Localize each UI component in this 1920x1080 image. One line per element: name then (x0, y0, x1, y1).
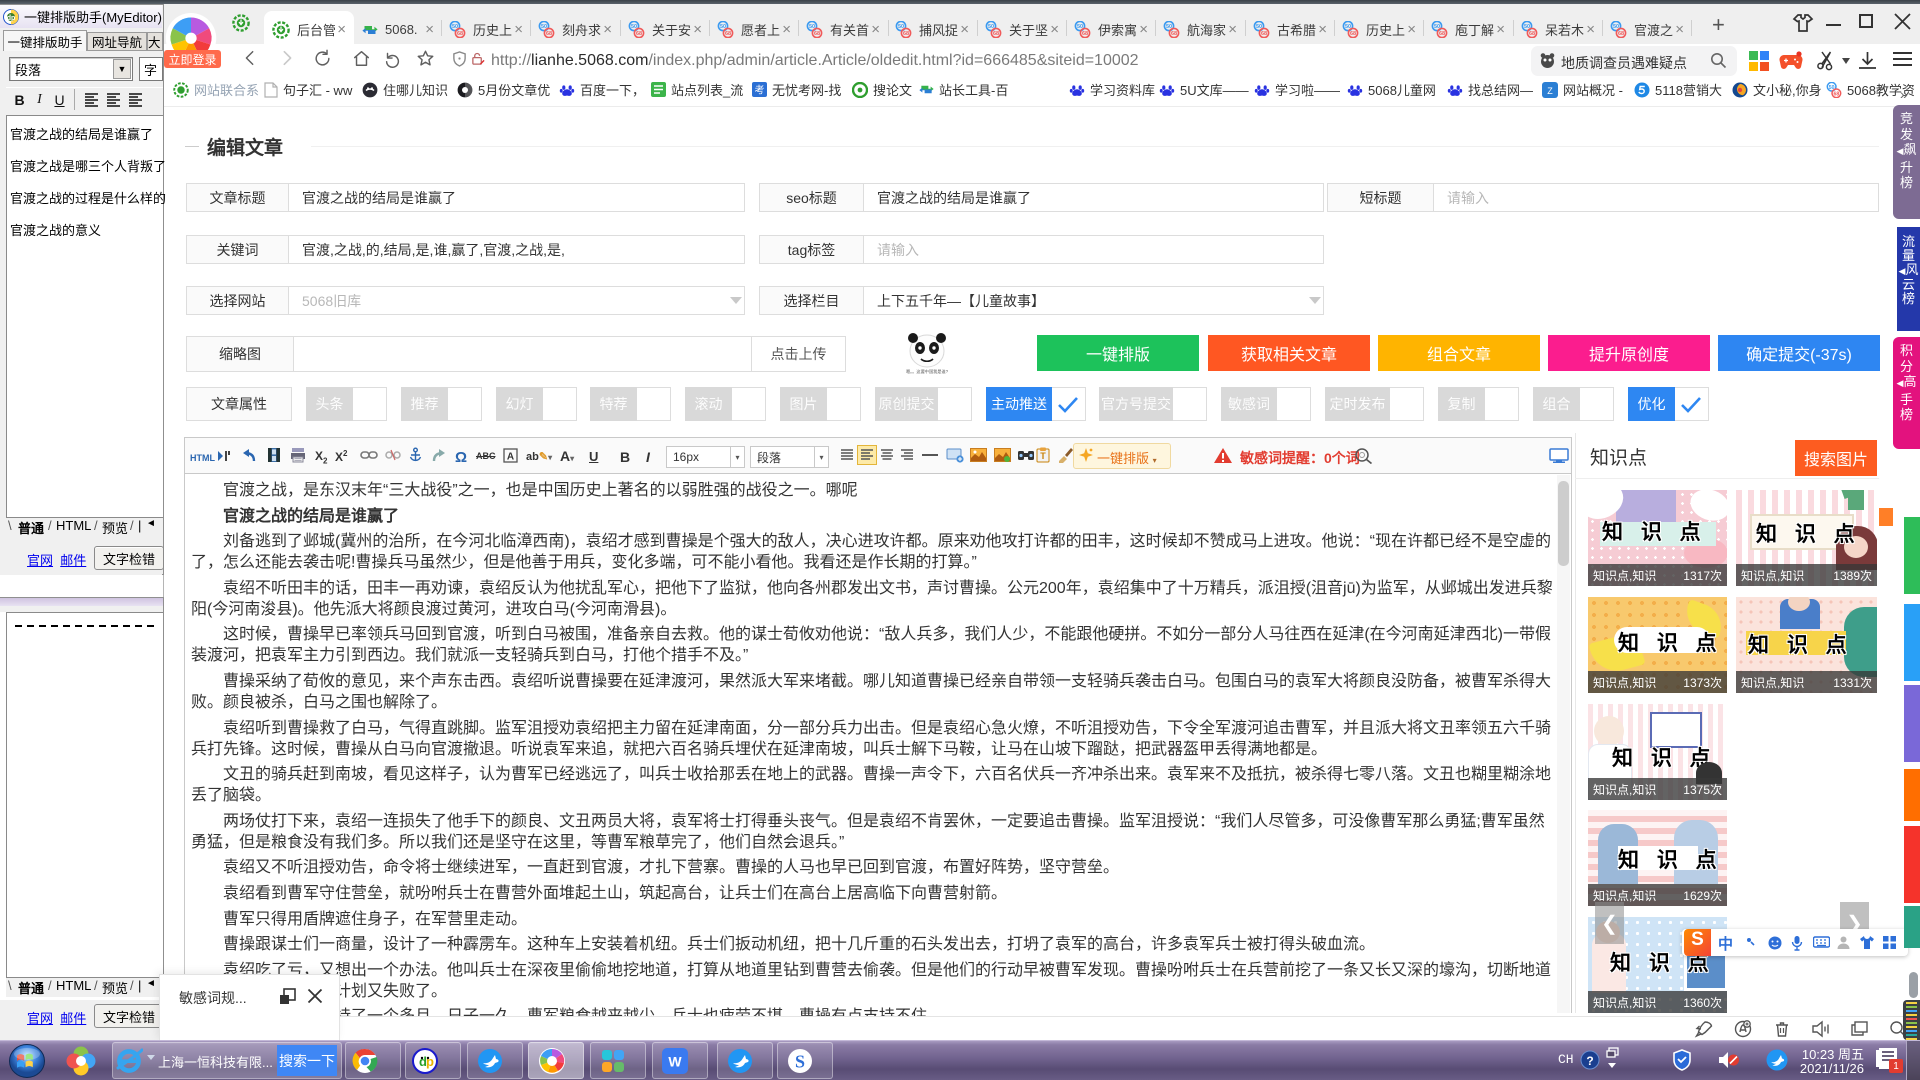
svg-text:68: 68 (1439, 31, 1445, 37)
svg-text:A: A (507, 452, 514, 463)
svg-text:68: 68 (1529, 31, 1535, 37)
svg-text:?: ? (1586, 1054, 1593, 1068)
svg-text:68: 68 (1261, 31, 1267, 37)
svg-text:68: 68 (1082, 31, 1088, 37)
svg-text:68: 68 (993, 31, 999, 37)
svg-text:68: 68 (546, 31, 552, 37)
svg-text:p: p (426, 1054, 434, 1069)
svg-text:Z: Z (1547, 86, 1553, 96)
svg-text:嗯。。这要中国我是谁?: 嗯。。这要中国我是谁? (906, 368, 949, 375)
svg-text:68: 68 (457, 31, 463, 37)
svg-text:dp: dp (7, 15, 16, 22)
svg-text:68: 68 (1833, 91, 1839, 97)
svg-text:考: 考 (755, 85, 765, 97)
svg-text:68: 68 (814, 31, 820, 37)
svg-text:W: W (668, 1054, 682, 1070)
svg-text:68: 68 (903, 31, 909, 37)
svg-text:68: 68 (636, 31, 642, 37)
svg-text:68: 68 (725, 31, 731, 37)
svg-text:S: S (795, 1052, 805, 1072)
svg-text:T: T (1040, 451, 1046, 461)
svg-text:68: 68 (1618, 31, 1624, 37)
svg-text:68: 68 (1171, 31, 1177, 37)
svg-text:68: 68 (1350, 31, 1356, 37)
